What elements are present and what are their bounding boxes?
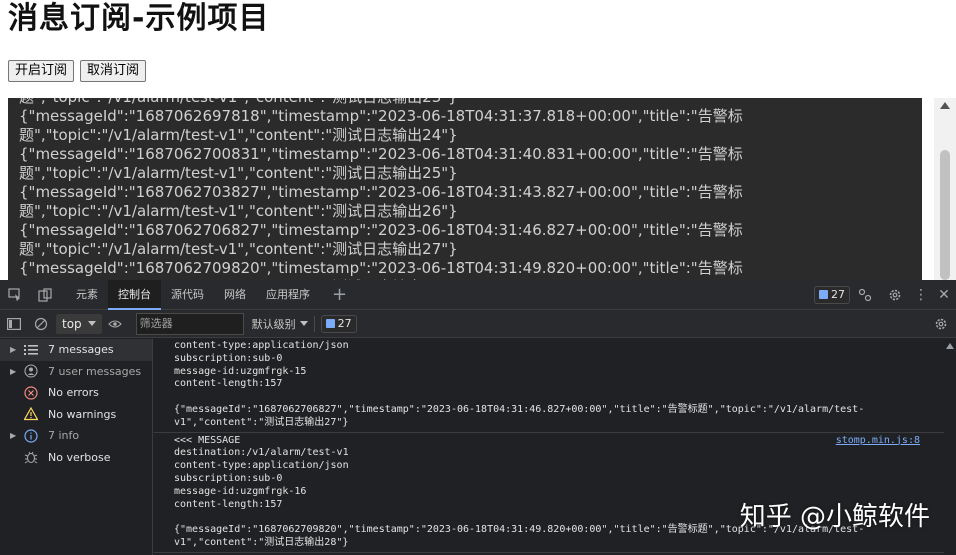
source-link[interactable]: stomp.min.js:8	[836, 435, 920, 446]
bug-icon	[22, 448, 40, 466]
log-line: {"messageId":"1687062700831","timestamp"…	[19, 145, 743, 163]
console-toolbar: top 默认级别 27	[0, 310, 956, 338]
subscription-controls: 开启订阅 取消订阅	[8, 60, 147, 82]
devtools-tab-bar: 元素 控制台 源代码 网络 应用程序 + 27 ⋮ ✕	[0, 279, 956, 310]
customize-icon[interactable]	[850, 280, 880, 310]
context-value: top	[62, 316, 82, 331]
issues-badge[interactable]: 27	[814, 285, 850, 304]
log-line: 题","topic":"/v1/alarm/test-v1","content"…	[19, 202, 458, 220]
log-line: 题","topic":"/v1/alarm/test-v1","content"…	[19, 164, 458, 182]
console-line: subscription:sub-0	[174, 352, 283, 364]
live-expression-eye-icon[interactable]	[102, 309, 128, 339]
log-levels-label: 默认级别	[251, 317, 296, 331]
console-line: destination:/v1/alarm/test-v1	[174, 447, 349, 459]
log-line: {"messageId":"1687062697818","timestamp"…	[19, 107, 743, 125]
sidebar-item-warning[interactable]: No warnings	[0, 404, 152, 426]
start-subscription-button[interactable]: 开启订阅	[8, 60, 75, 82]
info-icon	[22, 427, 40, 445]
watermark: 知乎 @小鲸软件	[739, 502, 930, 532]
inspect-element-icon[interactable]	[0, 280, 30, 310]
issues-flag-icon	[819, 290, 828, 299]
log-line: 题","topic":"/v1/alarm/test-v1","content"…	[19, 98, 789, 107]
devtools-right-controls: 27 ⋮ ✕	[814, 280, 956, 310]
console-line: message-id:uzgmfrgk-15	[174, 365, 307, 377]
message-log-content: 题","topic":"/v1/alarm/test-v1","content"…	[19, 98, 789, 280]
log-line: 题","topic":"/v1/alarm/test-v1","content"…	[19, 240, 458, 258]
page-scrollbar[interactable]	[934, 98, 956, 280]
scrollbar-thumb[interactable]	[940, 150, 950, 280]
sidebar-toggle-icon[interactable]	[0, 309, 28, 339]
add-tab-icon[interactable]: +	[320, 280, 359, 310]
scroll-up-icon[interactable]	[946, 343, 954, 349]
console-line: subscription:sub-0	[174, 472, 283, 484]
sidebar-item-info[interactable]: ▶ 7 info	[0, 425, 152, 447]
cancel-subscription-button[interactable]: 取消订阅	[80, 60, 147, 82]
sidebar-item-label: No verbose	[48, 450, 111, 464]
toolbar-issues-badge[interactable]: 27	[320, 314, 357, 333]
scroll-up-icon[interactable]	[940, 102, 950, 109]
tab-2[interactable]: 源代码	[161, 280, 214, 310]
clear-console-icon[interactable]	[28, 309, 54, 339]
console-line: {"messageId":"1687062706827","timestamp"…	[174, 403, 865, 415]
sidebar-item-label: 7 user messages	[48, 364, 142, 378]
toolbar-divider	[313, 315, 315, 332]
tab-4[interactable]: 应用程序	[256, 280, 320, 310]
log-line: 题","topic":"/v1/alarm/test-v1","content"…	[19, 126, 458, 144]
console-line: v1","content":"测试日志输出27"}	[174, 416, 349, 428]
issues-count: 27	[831, 288, 845, 301]
console-line: content-type:application/json	[174, 460, 349, 472]
console-scrollbar[interactable]	[944, 339, 956, 555]
chevron-down-icon	[299, 321, 308, 326]
list-icon	[22, 341, 40, 359]
tab-0[interactable]: 元素	[66, 280, 108, 310]
expand-arrow-icon[interactable]: ▶	[10, 345, 22, 354]
device-toolbar-icon[interactable]	[30, 280, 60, 310]
tab-1[interactable]: 控制台	[108, 279, 161, 310]
devtools-tabs: 元素 控制台 源代码 网络 应用程序	[66, 279, 320, 310]
console-line: content-type:application/json	[174, 340, 349, 351]
toolbar-issues-count: 27	[337, 317, 352, 330]
sidebar-item-bug[interactable]: No verbose	[0, 447, 152, 469]
console-message[interactable]: <<< MESSAGE destination:/v1/alarm/test-v1…	[154, 433, 944, 553]
log-line: {"messageId":"1687062706827","timestamp"…	[19, 221, 743, 239]
console-line: <<< MESSAGE	[174, 434, 241, 446]
chevron-down-icon	[87, 321, 96, 326]
expand-arrow-icon[interactable]: ▶	[10, 431, 22, 440]
warning-icon	[22, 405, 40, 423]
sidebar-item-label: 7 info	[48, 429, 80, 443]
log-levels-dropdown[interactable]: 默认级别	[252, 316, 308, 332]
close-devtools-icon[interactable]: ✕	[932, 280, 956, 310]
web-page: 消息订阅-示例项目 开启订阅 取消订阅 题","topic":"/v1/alar…	[0, 0, 956, 280]
page-title: 消息订阅-示例项目	[8, 1, 270, 36]
sidebar-item-label: No warnings	[48, 407, 117, 421]
sidebar-item-user[interactable]: ▶ 7 user messages	[0, 361, 152, 383]
sidebar-item-label: 7 messages	[48, 343, 114, 357]
log-line: {"messageId":"1687062703827","timestamp"…	[19, 183, 743, 201]
console-line: v1","content":"测试日志输出28"}	[174, 536, 349, 548]
message-log-textarea[interactable]: 题","topic":"/v1/alarm/test-v1","content"…	[8, 98, 922, 280]
more-options-icon[interactable]: ⋮	[910, 280, 932, 310]
error-icon	[22, 384, 40, 402]
console-line: content-length:157	[174, 378, 283, 390]
user-icon	[22, 362, 40, 380]
sidebar-item-list[interactable]: ▶ 7 messages	[0, 339, 152, 361]
console-sidebar: ▶ 7 messages ▶ 7 user messages No errors No w…	[0, 339, 153, 555]
console-settings-gear-icon[interactable]	[926, 309, 956, 339]
issues-flag-icon	[325, 319, 335, 328]
settings-gear-icon[interactable]	[880, 280, 910, 310]
sidebar-item-label: No errors	[48, 386, 99, 400]
log-line: {"messageId":"1687062709820","timestamp"…	[19, 259, 743, 277]
sidebar-item-error[interactable]: No errors	[0, 382, 152, 404]
console-filter-input[interactable]	[135, 312, 244, 335]
context-selector[interactable]: top	[56, 313, 102, 334]
console-message[interactable]: content-type:application/json subscriptio…	[154, 339, 944, 433]
tab-3[interactable]: 网络	[214, 280, 256, 310]
expand-arrow-icon[interactable]: ▶	[10, 367, 22, 376]
